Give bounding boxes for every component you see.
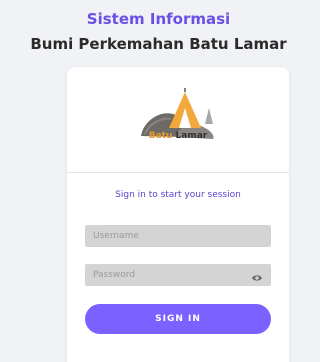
logo-text-word-2: Lamar <box>175 131 208 141</box>
page-title: Sistem Informasi <box>86 10 231 28</box>
username-input[interactable]: Username <box>85 225 271 247</box>
login-card: Batu Lamar Sign in to start your session… <box>67 67 289 362</box>
eye-icon[interactable] <box>251 270 263 281</box>
logo-text: Batu Lamar <box>67 131 289 141</box>
password-placeholder: Password <box>93 270 136 280</box>
password-input[interactable]: Password <box>85 264 271 286</box>
signin-message: Sign in to start your session <box>115 190 241 200</box>
divider <box>67 172 289 173</box>
logo-text-word-1: Batu <box>148 131 173 141</box>
page-subtitle: Bumi Perkemahan Batu Lamar <box>30 35 287 53</box>
username-placeholder: Username <box>93 231 139 241</box>
signin-button[interactable]: SIGN IN <box>85 304 271 334</box>
